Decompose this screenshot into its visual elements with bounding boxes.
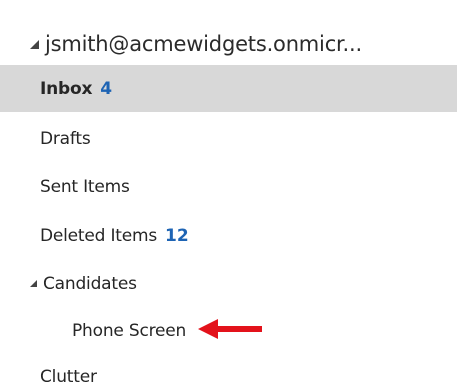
expanded-caret-icon[interactable] [30,39,39,49]
folder-label: Candidates [43,273,137,294]
folder-clutter[interactable]: Clutter [0,353,457,387]
red-arrow-icon [198,318,263,343]
account-header[interactable]: jsmith@acmewidgets.onmicr... [0,25,457,63]
unread-count: 4 [100,78,113,99]
folder-label: Clutter [40,366,97,387]
folder-label: Inbox [40,78,93,99]
expanded-caret-icon[interactable] [30,280,37,287]
folder-label: Sent Items [40,176,130,197]
folder-sent-items[interactable]: Sent Items [0,163,457,210]
folder-drafts[interactable]: Drafts [0,115,457,162]
folder-label: Phone Screen [72,320,187,341]
folder-label: Drafts [40,128,91,149]
folder-inbox[interactable]: Inbox 4 [0,65,457,112]
folder-phone-screen[interactable]: Phone Screen [0,307,457,354]
account-label: jsmith@acmewidgets.onmicr... [45,32,362,56]
folder-pane: jsmith@acmewidgets.onmicr... Inbox 4 Dra… [0,0,457,387]
folder-label: Deleted Items [40,225,158,246]
folder-candidates[interactable]: Candidates [0,260,457,307]
folder-deleted-items[interactable]: Deleted Items 12 [0,212,457,259]
unread-count: 12 [165,225,189,246]
